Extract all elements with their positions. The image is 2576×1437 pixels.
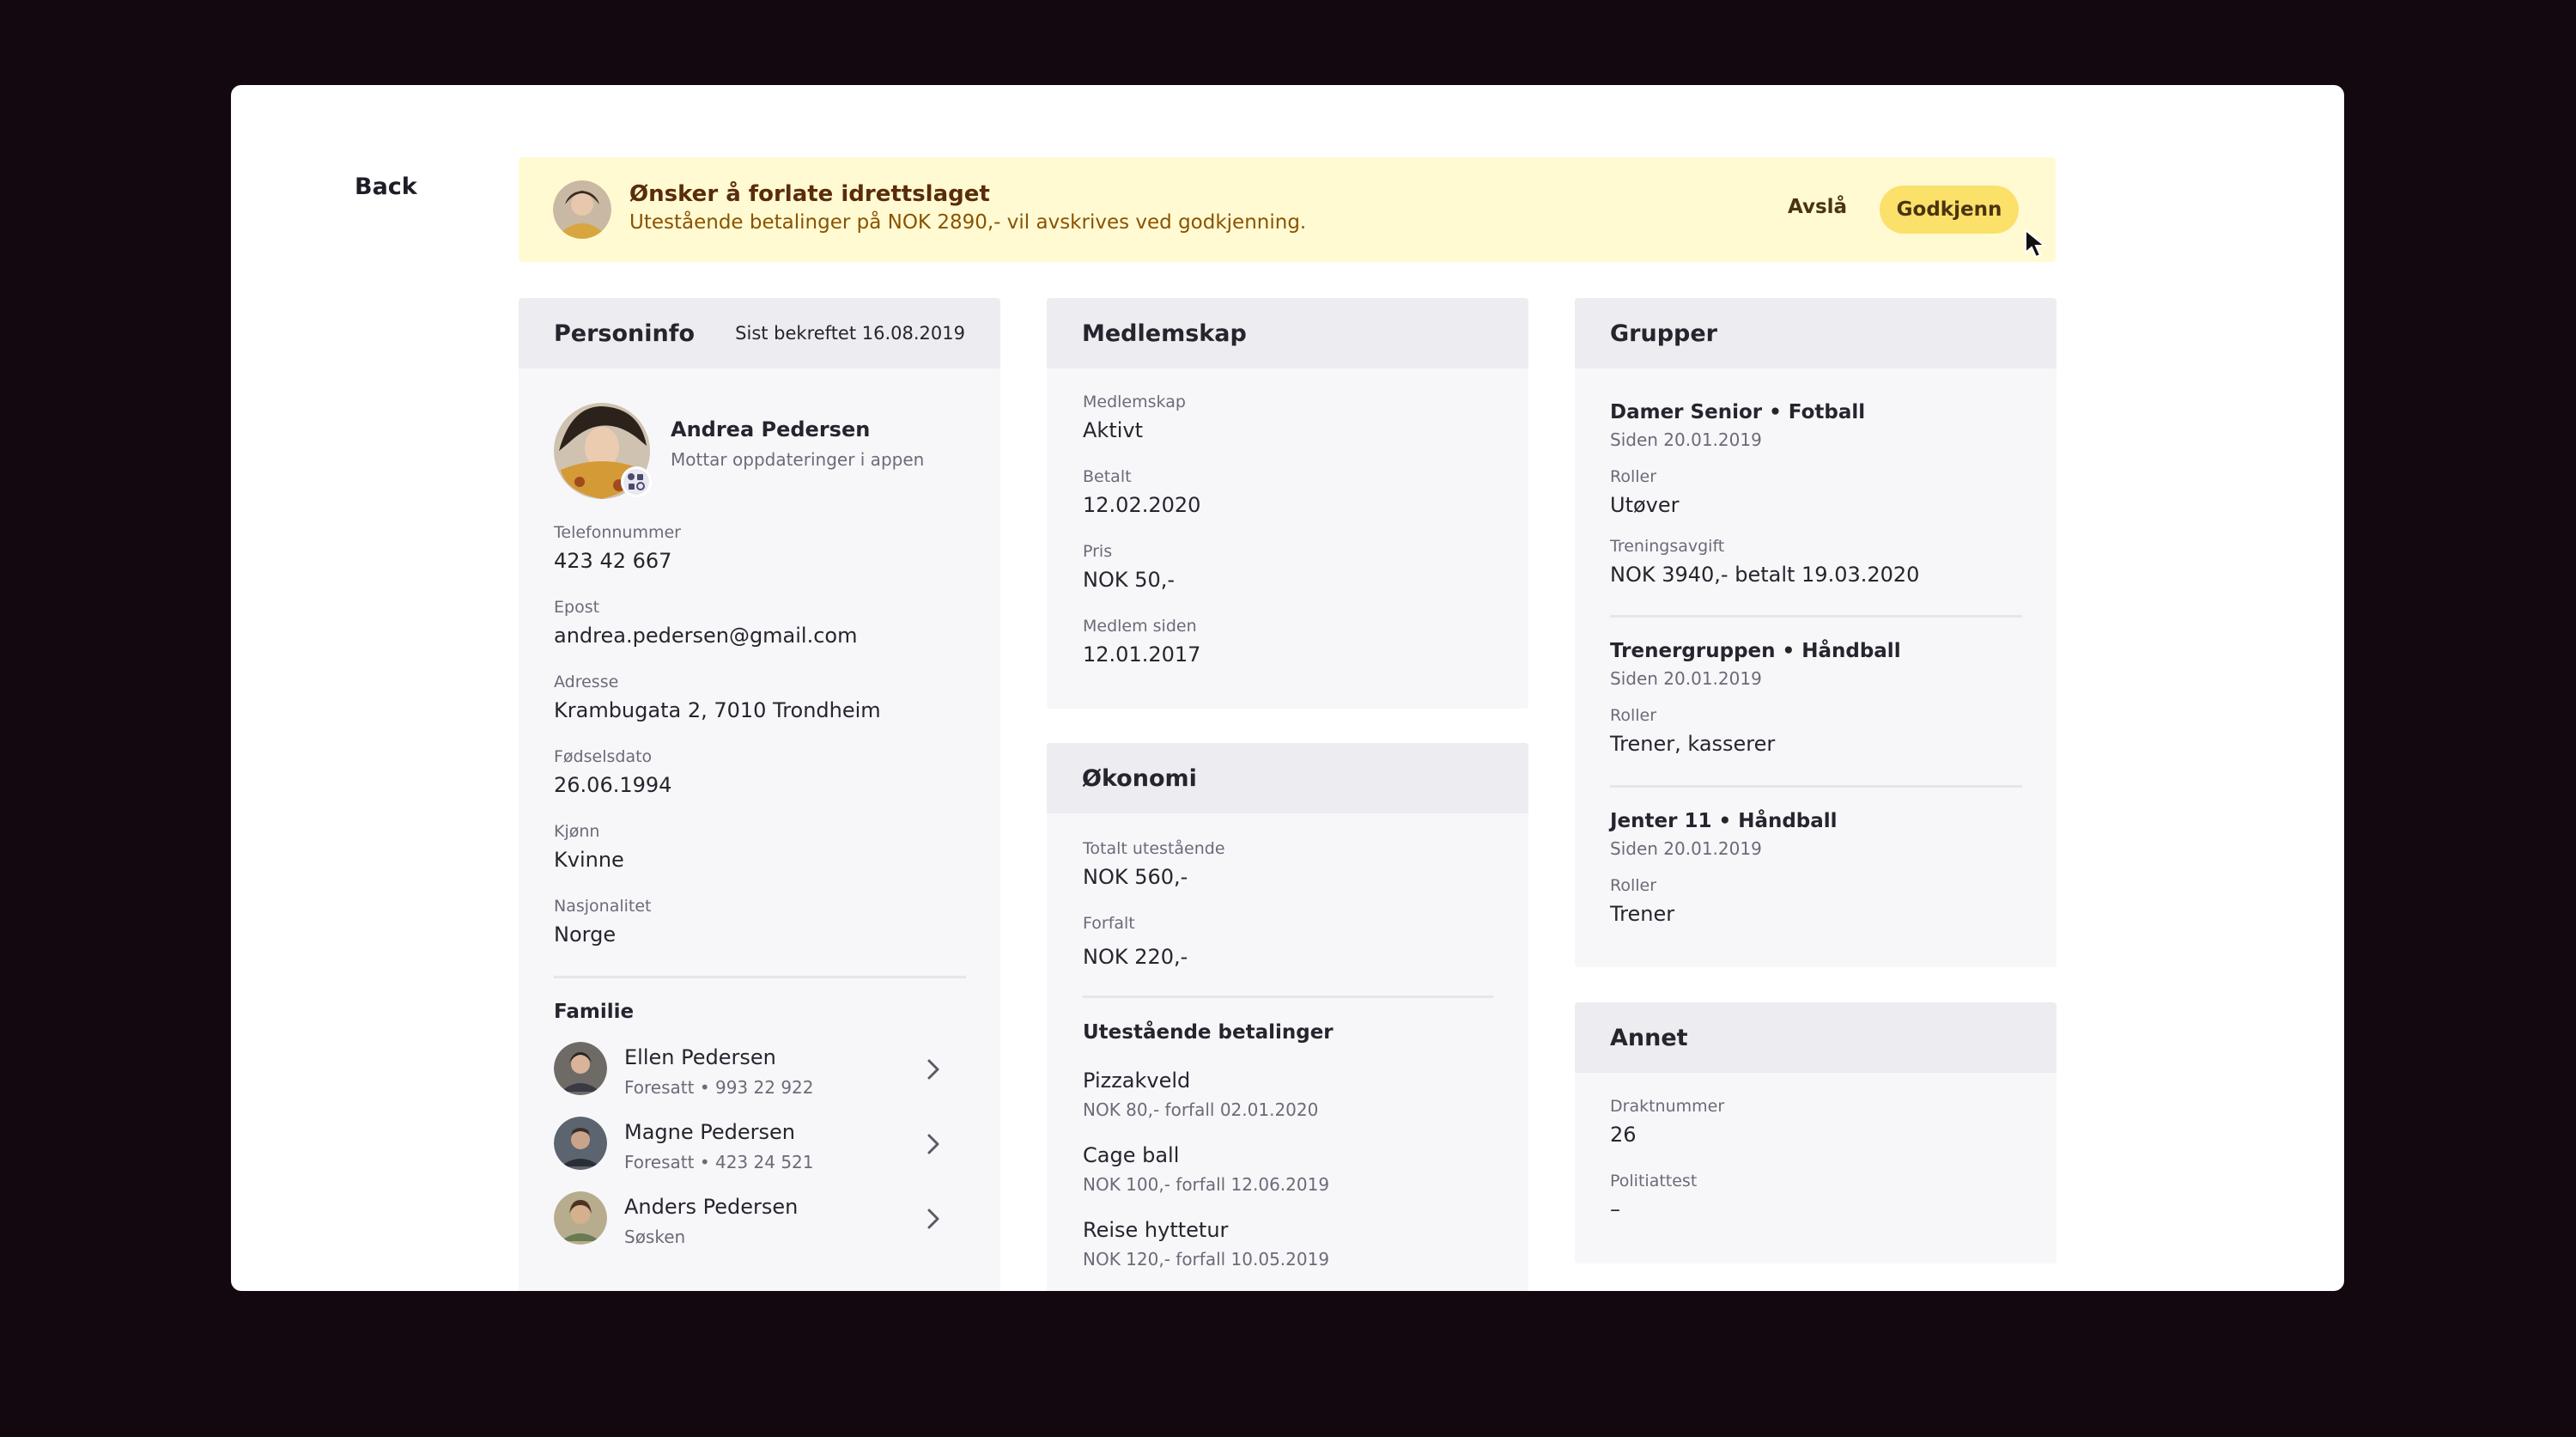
member-name: Andrea Pedersen [671,417,871,441]
price-value: NOK 50,- [1083,568,1176,592]
decline-button[interactable]: Avslå [1788,196,1847,218]
field-label: Pris [1083,542,1113,561]
group-name: Jenter 11 • Håndball [1610,810,1838,832]
group-since: Siden 20.01.2019 [1610,838,1762,859]
family-name: Ellen Pedersen [624,1045,776,1069]
banner-title: Ønsker å forlate idrettslaget [629,181,990,207]
avatar [554,1191,607,1245]
payment-sub: NOK 100,- forfall 12.06.2019 [1083,1174,1330,1195]
group-since: Siden 20.01.2019 [1610,429,1762,450]
field-label: Fødselsdato [554,747,653,766]
card-title: Annet [1610,1024,1688,1051]
approve-button[interactable]: Godkjenn [1880,186,2019,234]
divider [554,976,966,978]
payments-title: Utestående betalinger [1083,1021,1334,1044]
economy-card: Økonomi Totalt utestående NOK 560,- Forf… [1047,743,1528,1291]
police-certificate: – [1610,1197,1620,1221]
field-label: Nasjonalitet [554,897,652,916]
chevron-right-icon[interactable] [924,1057,943,1081]
payment-sub: NOK 120,- forfall 10.05.2019 [1083,1249,1330,1270]
app-badge-icon [621,466,652,497]
field-label: Medlemskap [1083,393,1186,411]
divider [1610,615,2022,618]
group-name: Damer Senior • Fotball [1610,401,1866,423]
field-label: Adresse [554,673,619,691]
payment-name: Cage ball [1083,1143,1180,1167]
card-title: Økonomi [1082,764,1197,792]
other-card: Annet Draktnummer 26 Politiattest – [1575,1002,2057,1263]
member-since: 12.01.2017 [1083,642,1201,667]
total-outstanding: NOK 560,- [1083,865,1188,889]
family-sub: Søsken [624,1227,686,1247]
overdue-value: NOK 220,- [1083,945,1188,969]
nationality-value: Norge [554,922,617,947]
group-name: Trenergruppen • Håndball [1610,640,1901,662]
field-label: Medlem siden [1083,617,1197,636]
mouse-pointer-icon [2025,228,2047,259]
group-role: Trener [1610,902,1675,926]
field-label: Treningsavgift [1610,537,1725,556]
field-label: Totalt utestående [1083,839,1225,858]
field-label: Politiattest [1610,1172,1698,1190]
avatar [553,180,611,239]
field-label: Betalt [1083,467,1132,486]
membership-card: Medlemskap Medlemskap Aktivt Betalt 12.0… [1047,298,1528,709]
group-role: Trener, kasserer [1610,732,1776,756]
payment-name: Reise hyttetur [1083,1218,1229,1242]
family-sub: Foresatt • 423 24 521 [624,1152,814,1172]
field-label: Roller [1610,467,1657,486]
field-label: Roller [1610,706,1657,725]
personinfo-header: Personinfo Sist bekreftet 16.08.2019 [519,298,1000,368]
field-label: Roller [1610,876,1657,895]
avatar [554,1042,607,1095]
card-title: Medlemskap [1082,320,1247,347]
family-title: Familie [554,1001,635,1023]
family-sub: Foresatt • 993 22 922 [624,1077,814,1098]
field-label: Kjønn [554,822,600,841]
personinfo-card: Personinfo Sist bekreftet 16.08.2019 And… [519,298,1000,1291]
payment-sub: NOK 80,- forfall 02.01.2020 [1083,1099,1319,1120]
banner-subtitle: Utestående betalinger på NOK 2890,- vil … [629,211,1307,234]
field-label: Epost [554,598,600,617]
field-label: Telefonnummer [554,523,681,542]
gender-value: Kvinne [554,848,624,872]
chevron-right-icon[interactable] [924,1207,943,1231]
family-name: Anders Pedersen [624,1195,799,1219]
payment-name: Pizzakveld [1083,1069,1191,1093]
confirmed-date: Sist bekreftet 16.08.2019 [735,323,965,344]
field-label: Draktnummer [1610,1097,1725,1116]
leave-request-banner: Ønsker å forlate idrettslaget Utestående… [519,157,2056,262]
membership-status: Aktivt [1083,418,1144,442]
economy-header: Økonomi [1047,743,1528,813]
card-title: Personinfo [554,320,696,347]
card-title: Grupper [1610,320,1717,347]
groups-header: Grupper [1575,298,2057,368]
member-name-sub: Mottar oppdateringer i appen [671,449,925,470]
other-header: Annet [1575,1002,2057,1073]
family-name: Magne Pedersen [624,1120,795,1144]
group-role: Utøver [1610,493,1680,517]
paid-date: 12.02.2020 [1083,493,1201,517]
field-label: Forfalt [1083,914,1135,933]
groups-card: Grupper Damer Senior • Fotball Siden 20.… [1575,298,2057,967]
back-link[interactable]: Back [355,174,417,200]
avatar [554,1117,607,1170]
birthdate-value: 26.06.1994 [554,773,672,797]
divider [1610,785,2022,788]
address-value: Krambugata 2, 7010 Trondheim [554,698,881,722]
group-since: Siden 20.01.2019 [1610,668,1762,689]
jersey-number: 26 [1610,1123,1637,1147]
phone-value: 423 42 667 [554,549,672,573]
membership-header: Medlemskap [1047,298,1528,368]
app-window: Back Ønsker å forlate idrettslaget Utest… [231,85,2344,1291]
chevron-right-icon[interactable] [924,1132,943,1156]
email-value: andrea.pedersen@gmail.com [554,624,858,648]
divider [1083,996,1493,998]
group-fee: NOK 3940,- betalt 19.03.2020 [1610,563,1920,587]
